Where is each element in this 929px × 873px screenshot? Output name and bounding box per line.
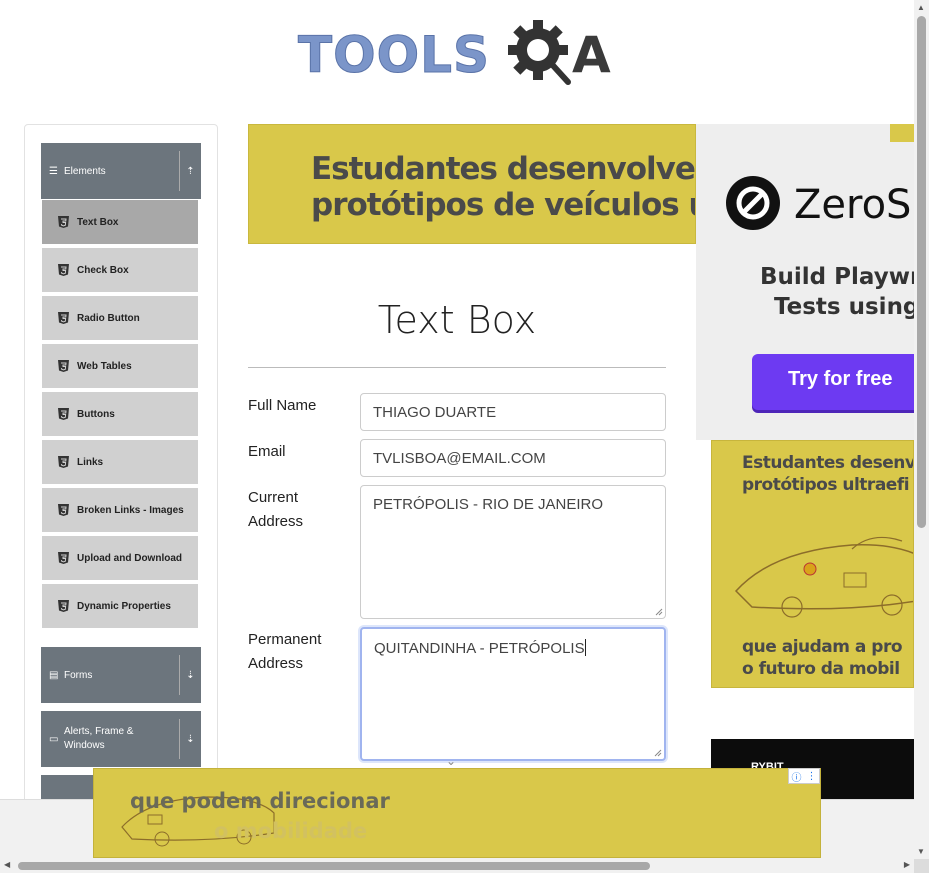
zerostep-brand: ZeroS <box>794 182 912 228</box>
bottom-ad-line1: que podem direcionar <box>130 789 390 813</box>
scrollbar-corner <box>914 859 929 873</box>
window-icon: ▭ <box>49 733 59 745</box>
chevron-up-icon[interactable]: ⇡ <box>179 151 201 191</box>
group-alerts[interactable]: ▭ Alerts, Frame & Windows ⇣ <box>41 711 201 767</box>
car-illustration-icon <box>734 536 913 618</box>
hamburger-icon: ☰ <box>49 165 58 177</box>
chevron-down-icon[interactable]: ⇣ <box>179 655 201 695</box>
permanent-address-label: Permanent Address <box>248 628 321 676</box>
bottom-ad[interactable]: que podem direcionar o mobilidade <box>93 768 821 858</box>
html5-icon <box>58 360 69 372</box>
title-divider <box>248 367 666 368</box>
sidebar-item-label: Upload and Download <box>77 552 182 564</box>
page-title: Text Box <box>377 298 537 342</box>
email-input[interactable]: TVLISBOA@EMAIL.COM <box>360 439 666 477</box>
group-forms[interactable]: ▤ Forms ⇣ <box>41 647 201 703</box>
zerostep-ad[interactable]: ZeroS Build Playwr Tests using Try for f… <box>696 124 914 440</box>
try-for-free-button[interactable]: Try for free <box>752 354 914 410</box>
sidebar-item-check-box[interactable]: Check Box <box>41 247 199 293</box>
sidebar-item-dynamic-properties[interactable]: Dynamic Properties <box>41 583 199 629</box>
chevron-down-icon[interactable]: ⌄ <box>446 754 456 768</box>
html5-icon <box>58 504 69 516</box>
gear-search-icon <box>508 20 571 85</box>
resize-handle-icon[interactable] <box>654 749 662 757</box>
sidebar-item-text-box[interactable]: Text Box <box>41 199 199 245</box>
zerostep-logo-icon <box>726 176 780 230</box>
banner-ad[interactable]: Estudantes desenvolvem protótipos de veí… <box>248 124 696 244</box>
current-address-label-line1: Current <box>248 489 299 506</box>
html5-icon <box>58 264 69 276</box>
sidebar-item-links[interactable]: Links <box>41 439 199 485</box>
scroll-down-arrow-icon[interactable]: ▼ <box>917 847 925 856</box>
html5-icon <box>58 552 69 564</box>
sidebar-item-label: Radio Button <box>77 312 140 324</box>
text-cursor <box>584 639 586 656</box>
html5-icon <box>58 456 69 468</box>
scroll-up-arrow-icon[interactable]: ▲ <box>917 3 925 12</box>
logo-text-a: A <box>572 26 611 84</box>
sidebar-item-label: Web Tables <box>77 360 132 372</box>
ad2-line4: o futuro da mobil <box>742 659 900 679</box>
current-address-value: PETRÓPOLIS - RIO DE JANEIRO <box>373 496 604 513</box>
left-panel: ☰ Elements ⇡ Text Box Check Box Radio Bu… <box>24 124 218 825</box>
sidebar-item-label: Links <box>77 456 104 468</box>
sidebar-item-label: Check Box <box>77 264 129 276</box>
zerostep-line1: Build Playwr <box>760 264 914 290</box>
ad-choices[interactable]: ⓘ ⋮ <box>788 768 820 784</box>
full-name-label: Full Name <box>248 397 317 414</box>
html5-icon <box>58 312 69 324</box>
horizontal-scrollbar[interactable]: ◀ ▶ <box>0 859 914 873</box>
full-name-input[interactable]: THIAGO DUARTE <box>360 393 666 431</box>
current-address-label-line2: Address <box>248 513 304 530</box>
html5-icon <box>58 216 69 228</box>
sidebar-item-label: Text Box <box>77 216 119 228</box>
permanent-address-textarea[interactable]: QUITANDINHA - PETRÓPOLIS <box>360 627 666 761</box>
html5-icon <box>58 600 69 612</box>
zerostep-line2: Tests using <box>774 294 914 320</box>
student-vehicle-ad[interactable]: Estudantes desenv protótipos ultraefi qu… <box>711 440 914 688</box>
sidebar-item-radio-button[interactable]: Radio Button <box>41 295 199 341</box>
toolsqa-logo[interactable]: TOOLS A <box>298 18 628 94</box>
current-address-textarea[interactable]: PETRÓPOLIS - RIO DE JANEIRO <box>360 485 666 619</box>
info-icon[interactable]: ⓘ <box>792 769 802 784</box>
horizontal-scroll-thumb[interactable] <box>18 862 650 870</box>
html5-icon <box>58 408 69 420</box>
resize-handle-icon[interactable] <box>655 608 663 616</box>
permanent-address-label-line1: Permanent <box>248 631 322 648</box>
bottom-ad-line2: o mobilidade <box>214 819 368 843</box>
more-vertical-icon[interactable]: ⋮ <box>807 771 817 782</box>
group-alerts-label: Alerts, Frame & Windows <box>64 726 134 751</box>
vertical-scroll-thumb[interactable] <box>917 16 926 528</box>
group-elements[interactable]: ☰ Elements ⇡ <box>41 143 201 199</box>
sidebar-item-buttons[interactable]: Buttons <box>41 391 199 437</box>
banner-ad-line1: Estudantes desenvolvem <box>311 151 696 187</box>
current-address-label: Current Address <box>248 486 303 534</box>
ad2-line1: Estudantes desenv <box>742 453 914 473</box>
permanent-address-value: QUITANDINHA - PETRÓPOLIS <box>374 640 585 657</box>
document-icon: ▤ <box>49 669 59 681</box>
email-label: Email <box>248 443 286 460</box>
ad2-line2: protótipos ultraefi <box>742 475 910 495</box>
ad2-line3: que ajudam a pro <box>742 637 903 657</box>
group-elements-label: Elements <box>64 165 106 177</box>
sidebar-item-label: Dynamic Properties <box>77 600 171 612</box>
ad-strip <box>890 124 914 142</box>
permanent-address-label-line2: Address <box>248 655 304 672</box>
sidebar-item-broken-links[interactable]: Broken Links - Images <box>41 487 199 533</box>
sidebar-item-web-tables[interactable]: Web Tables <box>41 343 199 389</box>
page: TOOLS A ☰ Elements ⇡ Text Box Check Box … <box>0 0 929 873</box>
scroll-left-arrow-icon[interactable]: ◀ <box>4 860 10 869</box>
logo-text-tools: TOOLS <box>298 26 490 85</box>
group-forms-label: Forms <box>64 669 93 681</box>
banner-ad-line2: protótipos de veículos ultr <box>311 187 695 223</box>
sidebar-item-upload-download[interactable]: Upload and Download <box>41 535 199 581</box>
chevron-down-icon[interactable]: ⇣ <box>179 719 201 759</box>
sidebar-item-label: Buttons <box>77 408 115 420</box>
sidebar-item-label: Broken Links - Images <box>77 504 184 516</box>
vertical-scrollbar[interactable]: ▲ ▼ <box>914 0 929 859</box>
scroll-right-arrow-icon[interactable]: ▶ <box>904 860 910 869</box>
